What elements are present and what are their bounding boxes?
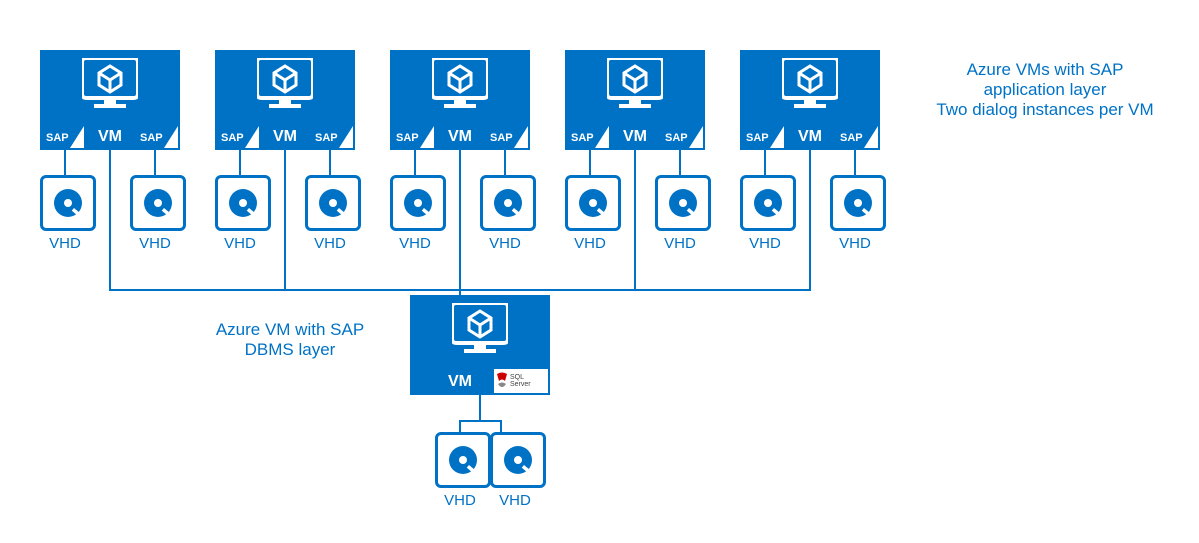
vhd: VHD [480, 175, 530, 252]
vm-monitor-icon [607, 58, 663, 110]
vhd-label: VHD [565, 235, 615, 252]
vhd-label: VHD [435, 492, 485, 509]
disk-icon [565, 175, 621, 231]
connector-line [109, 289, 811, 291]
vhd: VHD [130, 175, 180, 252]
vhd-label: VHD [655, 235, 705, 252]
vhd: VHD [830, 175, 880, 252]
connector-line [64, 150, 66, 175]
vm-monitor-icon [432, 58, 488, 110]
connector-line [679, 150, 681, 175]
sap-badge-icon [567, 126, 609, 148]
connector-line [459, 420, 501, 422]
connector-line [634, 150, 636, 290]
connector-line [154, 150, 156, 175]
vm-monitor-icon [257, 58, 313, 110]
disk-icon [435, 432, 491, 488]
disk-icon [40, 175, 96, 231]
vm-label: VM [273, 128, 297, 146]
sap-badge-icon [42, 126, 84, 148]
connector-line [589, 150, 591, 175]
sap-badge-icon [661, 126, 703, 148]
disk-icon [655, 175, 711, 231]
vhd-label: VHD [130, 235, 180, 252]
sap-badge-icon [836, 126, 878, 148]
vhd-label: VHD [830, 235, 880, 252]
vhd: VHD [215, 175, 265, 252]
vm-monitor-icon [82, 58, 138, 110]
vhd: VHD [655, 175, 705, 252]
vhd: VHD [740, 175, 790, 252]
vhd: VHD [390, 175, 440, 252]
app-vm: VM [40, 50, 180, 150]
sap-badge-icon [742, 126, 784, 148]
connector-line [854, 150, 856, 175]
connector-line [500, 420, 502, 432]
vhd: VHD [305, 175, 355, 252]
disk-icon [215, 175, 271, 231]
app-vm: VM [565, 50, 705, 150]
vhd-label: VHD [740, 235, 790, 252]
vhd: VHD [40, 175, 90, 252]
vhd: VHD [565, 175, 615, 252]
vm-label: VM [448, 373, 472, 391]
vhd-label: VHD [390, 235, 440, 252]
connector-line [504, 150, 506, 175]
sap-badge-icon [311, 126, 353, 148]
connector-line [479, 395, 481, 420]
vm-label: VM [448, 128, 472, 146]
sqlserver-label: SQL Server [510, 374, 546, 388]
caption-app-layer: Azure VMs with SAP application layer Two… [930, 60, 1160, 120]
disk-icon [740, 175, 796, 231]
connector-line [109, 150, 111, 290]
vhd: VHD [435, 432, 485, 509]
disk-icon [830, 175, 886, 231]
connector-line [809, 150, 811, 290]
sap-badge-icon [392, 126, 434, 148]
app-vm: VM [390, 50, 530, 150]
vhd: VHD [490, 432, 540, 509]
vm-monitor-icon [452, 303, 508, 355]
sqlserver-badge: SQL Server [494, 369, 548, 393]
vm-monitor-icon [782, 58, 838, 110]
vm-label: VM [798, 128, 822, 146]
app-vm: VM [215, 50, 355, 150]
connector-line [239, 150, 241, 175]
connector-line [329, 150, 331, 175]
vhd-label: VHD [480, 235, 530, 252]
sap-badge-icon [136, 126, 178, 148]
app-vm: VM [740, 50, 880, 150]
vm-label: VM [98, 128, 122, 146]
db-vm: VM SQL Server [410, 295, 550, 395]
connector-line [284, 150, 286, 290]
disk-icon [480, 175, 536, 231]
disk-icon [305, 175, 361, 231]
vhd-label: VHD [40, 235, 90, 252]
vhd-label: VHD [215, 235, 265, 252]
sap-badge-icon [486, 126, 528, 148]
sap-badge-icon [217, 126, 259, 148]
disk-icon [390, 175, 446, 231]
disk-icon [130, 175, 186, 231]
connector-line [414, 150, 416, 175]
vhd-label: VHD [490, 492, 540, 509]
connector-line [459, 420, 461, 432]
disk-icon [490, 432, 546, 488]
vhd-label: VHD [305, 235, 355, 252]
vm-label: VM [623, 128, 647, 146]
connector-line [764, 150, 766, 175]
connector-line [459, 150, 461, 295]
caption-db-layer: Azure VM with SAP DBMS layer [200, 320, 380, 360]
